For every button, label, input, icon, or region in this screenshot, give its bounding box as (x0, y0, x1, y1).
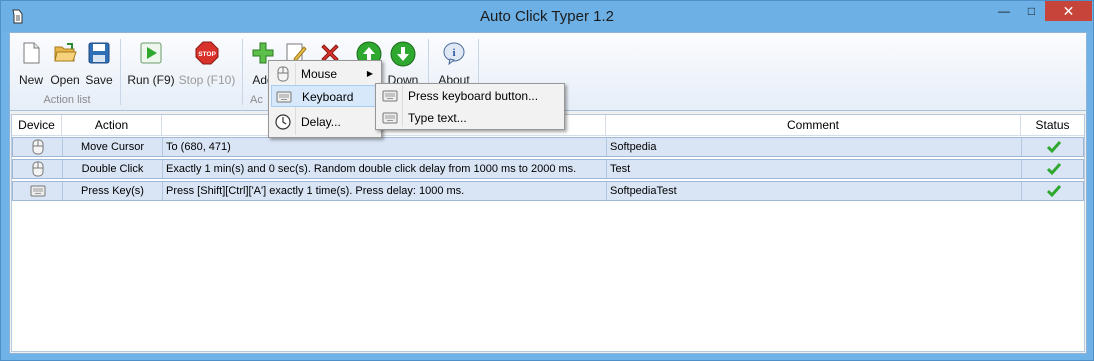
new-button[interactable]: New (14, 39, 48, 91)
maximize-button[interactable]: □ (1018, 1, 1045, 21)
open-label: Open (50, 73, 80, 87)
action-cell: Press Key(s) (63, 182, 163, 200)
close-button[interactable]: ✕ (1045, 1, 1092, 21)
client-area: New Open Save Action list Run (F9) STOP … (9, 32, 1087, 354)
add-menu: Mouse ▶ Keyboard Delay... (268, 60, 382, 138)
arrow-down-icon (390, 41, 416, 67)
open-button[interactable]: Open (48, 39, 82, 91)
column-header-action[interactable]: Action (62, 115, 162, 136)
menu-item-delay[interactable]: Delay... (271, 111, 379, 133)
svg-text:STOP: STOP (198, 51, 216, 58)
title-bar[interactable]: Auto Click Typer 1.2 — □ ✕ (1, 1, 1093, 32)
play-icon (140, 42, 162, 64)
checkmark-icon (1046, 185, 1061, 198)
column-header-comment[interactable]: Comment (606, 115, 1021, 136)
clock-icon (275, 114, 291, 130)
stop-label: Stop (F10) (178, 73, 236, 87)
new-file-icon (23, 42, 40, 64)
comment-cell: SoftpediaTest (607, 182, 1022, 200)
column-header-device[interactable]: Device (12, 115, 62, 136)
keyboard-icon (276, 91, 292, 103)
submenu-arrow-icon: ▶ (366, 69, 373, 78)
stop-button[interactable]: STOP Stop (F10) (178, 39, 236, 91)
menu-item-label: Mouse (301, 67, 338, 81)
action-list-group-label: Action list (43, 94, 91, 106)
device-cell (13, 138, 63, 156)
comment-cell: Test (607, 160, 1022, 178)
menu-item-label: Press keyboard button... (408, 89, 539, 103)
menu-item-type-text[interactable]: Type text... (378, 107, 562, 129)
parameters-cell: Exactly 1 min(s) and 0 sec(s). Random do… (163, 160, 607, 178)
save-label: Save (85, 73, 113, 87)
comment-cell: Softpedia (607, 138, 1022, 156)
device-cell (13, 182, 63, 200)
status-cell (1022, 160, 1085, 178)
menu-item-mouse[interactable]: Mouse ▶ (271, 63, 379, 85)
action-cell: Double Click (63, 160, 163, 178)
mouse-icon (277, 66, 289, 82)
parameters-cell: Press [Shift][Ctrl]['A'] exactly 1 time(… (163, 182, 607, 200)
app-window: Auto Click Typer 1.2 — □ ✕ New Open Save… (0, 0, 1094, 361)
keyboard-icon (382, 112, 398, 124)
run-button[interactable]: Run (F9) (124, 39, 178, 91)
stop-sign-icon: STOP (195, 41, 219, 65)
toolbar-separator (242, 39, 243, 105)
table-row[interactable]: Double Click Exactly 1 min(s) and 0 sec(… (12, 159, 1084, 179)
new-label: New (18, 73, 43, 87)
menu-item-keyboard[interactable]: Keyboard (271, 85, 379, 107)
window-title: Auto Click Typer 1.2 (480, 8, 614, 25)
parameters-cell: To (680, 471) (163, 138, 607, 156)
info-icon: i (443, 42, 465, 65)
column-header-status[interactable]: Status (1021, 115, 1084, 136)
action-table: Device Action Comment Status Move Cursor… (11, 114, 1085, 352)
minimize-button[interactable]: — (990, 1, 1018, 21)
run-label: Run (F9) (127, 73, 175, 87)
toolbar-separator (120, 39, 121, 105)
keyboard-icon (30, 185, 45, 197)
folder-open-icon (54, 43, 77, 62)
menu-item-label: Keyboard (302, 90, 354, 104)
checkmark-icon (1046, 141, 1061, 154)
floppy-disk-icon (88, 42, 110, 64)
keyboard-icon (382, 90, 398, 102)
table-row[interactable]: Press Key(s) Press [Shift][Ctrl]['A'] ex… (12, 181, 1084, 201)
save-button[interactable]: Save (82, 39, 116, 91)
status-cell (1022, 138, 1085, 156)
device-cell (13, 160, 63, 178)
mouse-icon (32, 139, 43, 155)
keyboard-submenu: Press keyboard button... Type text... (375, 83, 565, 130)
mouse-icon (32, 161, 43, 177)
menu-item-press-keyboard-button[interactable]: Press keyboard button... (378, 85, 562, 107)
checkmark-icon (1046, 163, 1061, 176)
action-cell: Move Cursor (63, 138, 163, 156)
svg-text:i: i (452, 47, 455, 59)
menu-item-label: Delay... (301, 115, 341, 129)
menu-item-label: Type text... (408, 111, 467, 125)
table-row[interactable]: Move Cursor To (680, 471) Softpedia (12, 137, 1084, 157)
status-cell (1022, 182, 1085, 200)
